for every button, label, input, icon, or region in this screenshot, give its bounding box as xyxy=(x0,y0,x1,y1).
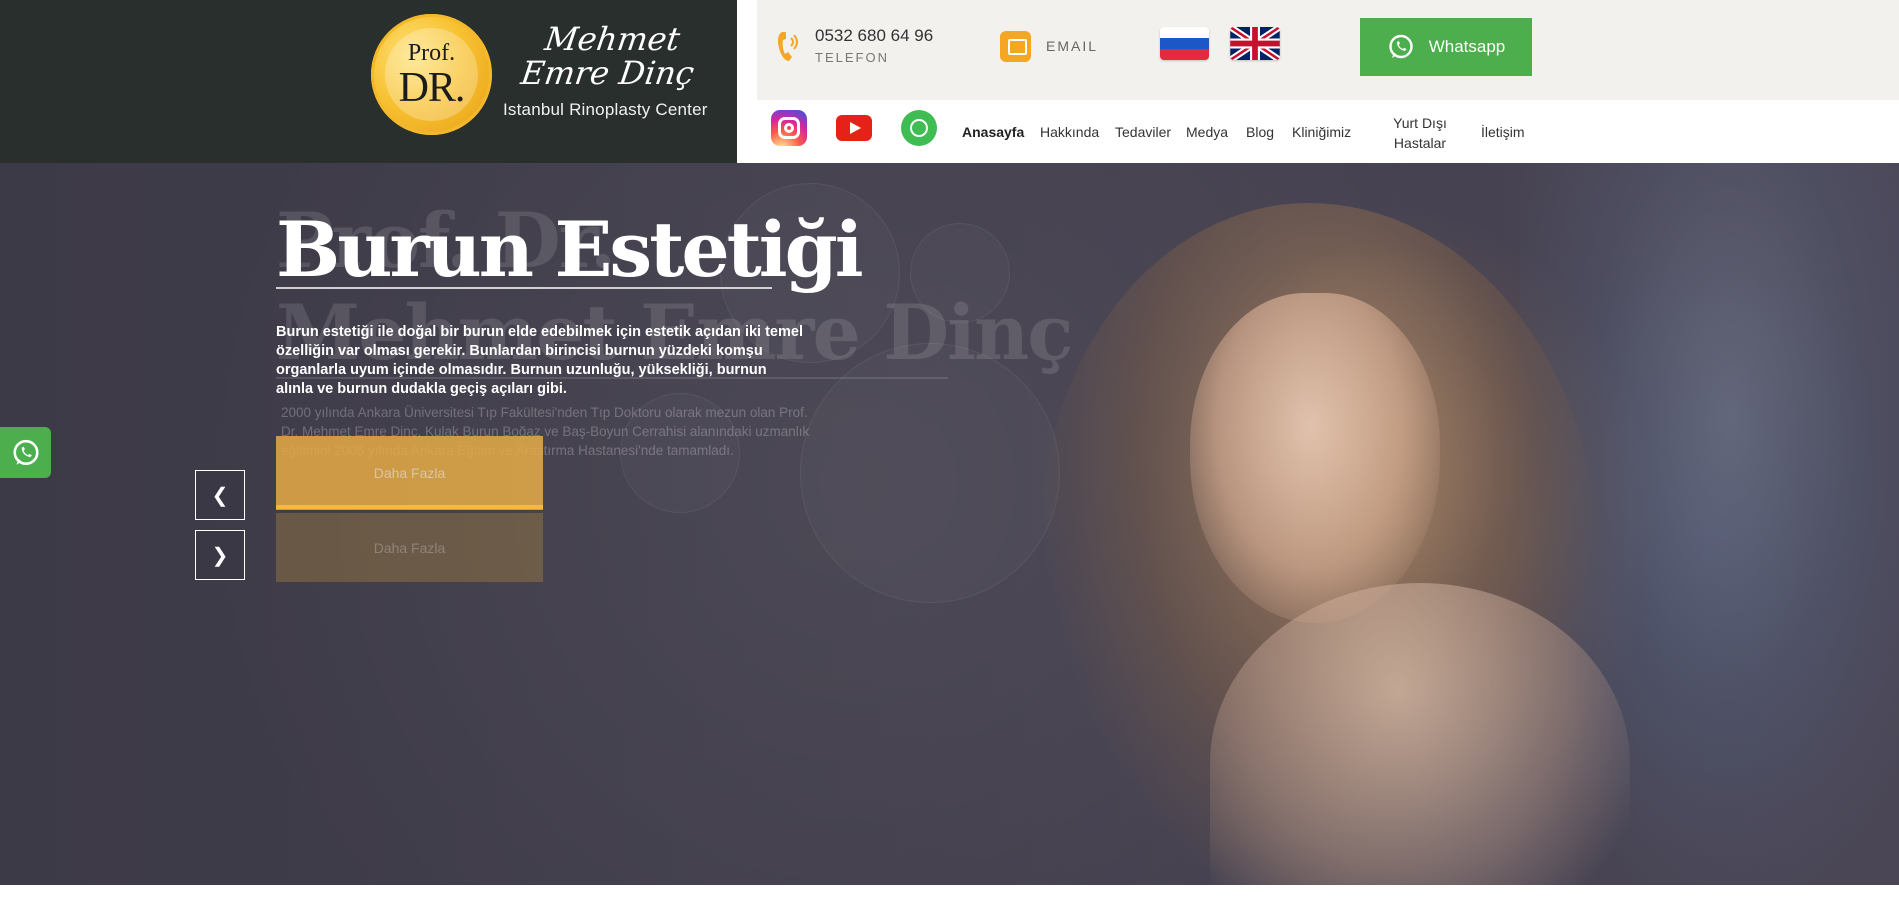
mail-icon[interactable] xyxy=(1000,31,1031,62)
whatsapp-icon xyxy=(12,439,39,465)
phone-label: TELEFON xyxy=(815,50,889,65)
contact-bar xyxy=(757,0,1899,100)
logo-badge[interactable]: Prof. DR. xyxy=(371,14,492,135)
logo-panel[interactable]: Prof. DR. Mehmet Emre Dinç Istanbul Rino… xyxy=(0,0,737,163)
youtube-icon[interactable] xyxy=(836,115,872,141)
whatsapp-floating-button[interactable] xyxy=(0,427,51,478)
nav-item-yurt-disi-hastalar[interactable]: Yurt Dışı Hastalar xyxy=(1380,113,1460,153)
phone-icon xyxy=(778,32,798,61)
decor-circle xyxy=(800,343,1060,603)
logo-dr-text: DR. xyxy=(398,65,466,111)
hero-title-underline xyxy=(276,287,772,289)
slider-next-button[interactable]: ❯ xyxy=(195,530,245,580)
nav-item-tedaviler[interactable]: Tedaviler xyxy=(1115,124,1171,140)
hero-title: Burun Estetiği xyxy=(276,205,864,294)
nav-item-iletisim[interactable]: İletişim xyxy=(1481,124,1525,140)
whatsapp-icon[interactable] xyxy=(901,110,937,146)
nav-item-klinigimiz[interactable]: Kliniğimiz xyxy=(1292,124,1351,140)
chevron-right-icon: ❯ xyxy=(211,544,229,567)
whatsapp-button[interactable]: Whatsapp xyxy=(1360,18,1532,76)
nav-item-anasayfa[interactable]: Anasayfa xyxy=(962,124,1024,140)
bottom-strip xyxy=(0,885,1899,906)
slider-prev-button[interactable]: ❮ xyxy=(195,470,245,520)
nav-item-medya[interactable]: Medya xyxy=(1186,124,1228,140)
page: Prof. DR. Mehmet Emre Dinç Istanbul Rino… xyxy=(0,0,1899,906)
more-button-underline xyxy=(276,505,543,509)
ghost-more-button: Daha Fazla xyxy=(276,513,543,582)
flag-uk-icon[interactable] xyxy=(1230,27,1280,60)
whatsapp-icon xyxy=(1389,34,1413,59)
hero-description: Burun estetiği ile doğal bir burun elde … xyxy=(276,324,803,397)
phone-number[interactable]: 0532 680 64 96 xyxy=(815,26,933,46)
logo-prof-text: Prof. xyxy=(407,40,456,66)
instagram-icon[interactable] xyxy=(771,110,807,146)
more-button[interactable]: Daha Fazla xyxy=(276,436,543,510)
flag-ru-icon[interactable] xyxy=(1160,27,1209,60)
hero-image-woman-face xyxy=(1190,293,1440,623)
nav-item-hakkinda[interactable]: Hakkında xyxy=(1040,124,1099,140)
nav-item-blog[interactable]: Blog xyxy=(1246,124,1274,140)
logo-signature: Mehmet Emre Dinç xyxy=(518,20,697,92)
logo-subtitle: Istanbul Rinoplasty Center xyxy=(503,100,708,119)
whatsapp-button-label: Whatsapp xyxy=(1428,37,1506,56)
email-link[interactable]: EMAIL xyxy=(1046,38,1098,54)
chevron-left-icon: ❮ xyxy=(211,484,229,507)
